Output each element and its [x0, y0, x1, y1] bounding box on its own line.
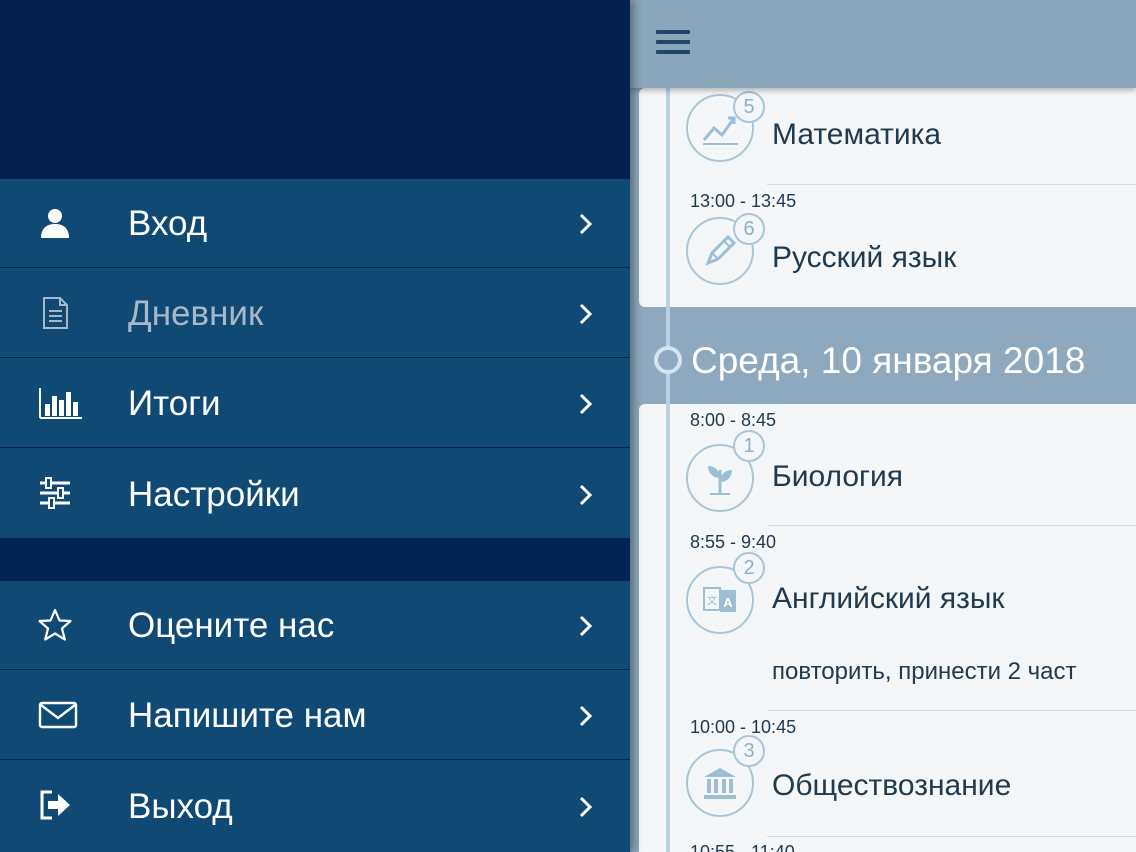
lesson-subject: Русский язык	[772, 241, 957, 274]
lesson-row[interactable]: 10:55 - 11:40	[639, 837, 1136, 852]
lesson-row[interactable]: 5 Математика	[639, 88, 1136, 184]
timeline-dot	[654, 346, 682, 374]
nav-item-label: Настройки	[128, 475, 300, 514]
lesson-number-badge: 3	[733, 735, 765, 767]
lesson-subject: Биология	[772, 460, 903, 493]
lesson-number-badge: 5	[733, 91, 765, 123]
nav-item-label: Напишите нам	[128, 696, 367, 735]
lesson-homework: повторить, принести 2 част	[772, 658, 1077, 685]
nav-item-label: Дневник	[128, 294, 264, 333]
nav-item-rate-us[interactable]: Оцените нас	[0, 581, 630, 669]
chevron-right-icon	[579, 393, 593, 415]
document-icon	[43, 297, 68, 329]
nav-item-label: Итоги	[128, 384, 221, 423]
lesson-subject: Математика	[772, 118, 942, 151]
nav-item-label: Оцените нас	[128, 606, 335, 645]
chevron-right-icon	[579, 705, 593, 727]
bar-chart-icon	[39, 388, 82, 419]
lesson-subject: Английский язык	[772, 582, 1005, 615]
lesson-time: 8:00 - 8:45	[690, 410, 777, 430]
nav-item-label: Выход	[128, 787, 233, 826]
lesson-number-badge: 2	[733, 552, 765, 584]
lesson-number-badge: 6	[733, 213, 765, 245]
svg-text:A: A	[723, 595, 733, 610]
timeline-line	[666, 88, 670, 852]
nav-item-login[interactable]: Вход	[0, 179, 630, 267]
nav-item-results[interactable]: Итоги	[0, 358, 630, 447]
lesson-row[interactable]: 13:00 - 13:45 6 Русский язык	[639, 185, 1136, 305]
hamburger-icon[interactable]	[656, 30, 690, 58]
envelope-icon	[38, 701, 78, 729]
chevron-right-icon	[579, 484, 593, 506]
day-card-previous: 5 Математика 13:00 - 13:45 6 Русский язы…	[639, 88, 1136, 307]
nav-item-label: Вход	[128, 204, 208, 243]
svg-text:文: 文	[707, 594, 717, 607]
chevron-right-icon	[579, 303, 593, 325]
drawer-header	[0, 0, 630, 178]
nav-group-separator	[0, 538, 630, 580]
day-card: 8:00 - 8:45 1 Биология 8:55 - 9:40 A文 2 …	[639, 404, 1136, 852]
lesson-time: 13:00 - 13:45	[690, 191, 797, 211]
day-title: Среда, 10 января 2018	[691, 340, 1086, 381]
chevron-right-icon	[579, 615, 593, 637]
navigation-drawer: Вход Дневник Итоги Настройки Оцените нас…	[0, 0, 630, 852]
lesson-time: 10:55 - 11:40	[690, 842, 795, 852]
chevron-right-icon	[579, 796, 593, 818]
lesson-subject: Обществознание	[772, 769, 1012, 802]
diary-panel: 5 Математика 13:00 - 13:45 6 Русский язы…	[630, 0, 1136, 852]
sliders-icon	[40, 477, 70, 509]
day-header: Среда, 10 января 2018	[630, 308, 1136, 403]
lesson-time: 8:55 - 9:40	[690, 532, 777, 552]
nav-item-settings[interactable]: Настройки	[0, 448, 630, 538]
lesson-row[interactable]: 10:00 - 10:45 3 Обществознание	[639, 711, 1136, 836]
lesson-number-badge: 1	[733, 430, 765, 462]
nav-item-write-us[interactable]: Напишите нам	[0, 670, 630, 759]
chevron-right-icon	[579, 213, 593, 235]
nav-item-diary[interactable]: Дневник	[0, 268, 630, 357]
star-icon	[38, 608, 72, 641]
lesson-row[interactable]: 8:00 - 8:45 1 Биология	[639, 404, 1136, 524]
nav-item-logout[interactable]: Выход	[0, 760, 630, 852]
logout-icon	[40, 790, 70, 820]
app-bar	[630, 0, 1136, 88]
lesson-row[interactable]: 8:55 - 9:40 A文 2 Английский язык повтори…	[639, 526, 1136, 710]
user-icon	[41, 209, 69, 238]
